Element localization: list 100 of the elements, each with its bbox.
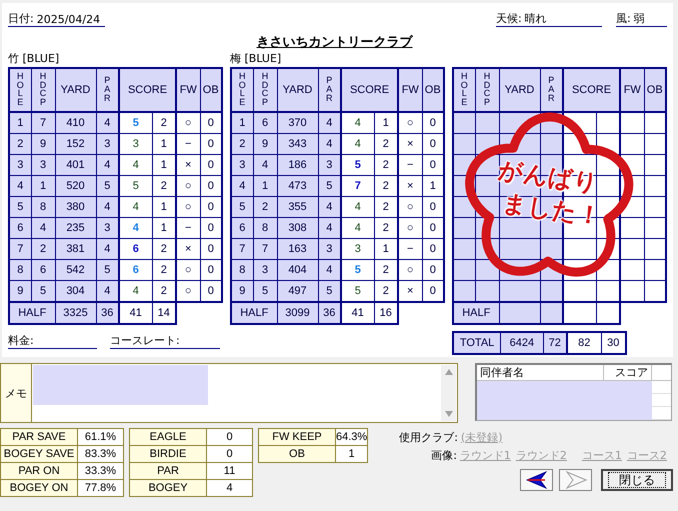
half-label: HALF [9, 302, 55, 324]
table-cell: 5 [9, 196, 31, 218]
table-cell: − [176, 134, 200, 154]
table-cell: 2 [374, 218, 398, 238]
score-cell: 4 [341, 218, 374, 238]
table-cell: ○ [398, 196, 422, 218]
table-cell: ○ [176, 196, 200, 218]
stat-label: BIRDIE [130, 446, 206, 462]
column-header: SCORE [341, 68, 398, 112]
table-cell: × [176, 238, 200, 260]
table-cell: 8 [31, 196, 55, 218]
table-cell: 3 [9, 154, 31, 176]
table-cell: 0 [200, 280, 222, 302]
score-cell: 5 [119, 176, 152, 196]
table-cell: − [398, 238, 422, 260]
table-cell: × [398, 280, 422, 302]
companion-list[interactable]: 同伴者名 スコア [475, 363, 672, 421]
image-link[interactable]: コース1 [582, 448, 622, 462]
table-cell: 2 [253, 196, 277, 218]
table-cell: 4 [318, 196, 341, 218]
back-button[interactable] [520, 469, 553, 491]
table-cell: 82 [566, 332, 602, 354]
table-cell: 2 [374, 280, 398, 302]
image-link[interactable]: コース2 [626, 448, 667, 462]
scrollbar[interactable] [441, 365, 456, 421]
stat-label: PAR SAVE [0, 428, 78, 446]
column-header: OB [644, 68, 666, 112]
column-header: FW [176, 68, 200, 112]
table-cell: 8 [9, 260, 31, 280]
table-cell: ○ [176, 280, 200, 302]
close-button[interactable]: 閉じる [601, 469, 673, 491]
table-cell: 343 [277, 134, 318, 154]
table-cell: 542 [55, 260, 96, 280]
table-cell: 0 [422, 238, 444, 260]
table-cell: 497 [277, 280, 318, 302]
score-cell: 3 [119, 134, 152, 154]
table-cell: × [398, 134, 422, 154]
course-name: 竹 [BLUE] [8, 52, 60, 65]
table-cell: 1 [152, 134, 176, 154]
date-value: 2025/04/24 [36, 13, 100, 26]
score-cell: 5 [341, 154, 374, 176]
table-cell: 1 [422, 176, 444, 196]
table-cell: 16 [380, 307, 392, 319]
table-cell: 6 [231, 218, 253, 238]
table-cell: 2 [152, 112, 176, 134]
table-cell: 2 [374, 176, 398, 196]
table-cell: 9 [9, 280, 31, 302]
table-cell: × [398, 176, 422, 196]
score-cell: 4 [119, 280, 152, 302]
table-cell: 1 [152, 196, 176, 218]
table-cell: 5 [253, 280, 277, 302]
table-cell: 5 [31, 280, 55, 302]
table-cell: 355 [277, 196, 318, 218]
table-cell: 2 [31, 238, 55, 260]
images-label: 画像: [431, 448, 457, 462]
score-cell: 4 [119, 196, 152, 218]
table-cell: ○ [398, 112, 422, 134]
table-cell: 0 [422, 260, 444, 280]
scroll-down-icon[interactable] [444, 411, 452, 417]
clubs-link[interactable]: (未登録) [460, 430, 503, 444]
image-link[interactable]: ラウンド1 [460, 448, 511, 462]
stat-value: 33.3% [78, 462, 124, 480]
table-cell: 3 [31, 154, 55, 176]
table-cell: 72 [543, 332, 567, 354]
table-cell: 1 [253, 176, 277, 196]
table-cell: 3325 [63, 307, 88, 319]
table-cell: 1 [374, 112, 398, 134]
stat-value: 83.3% [78, 446, 124, 462]
weather-label: 天候: [496, 11, 522, 26]
column-header: YARD [55, 68, 96, 112]
image-link[interactable]: ラウンド2 [516, 448, 567, 462]
table-cell: × [176, 154, 200, 176]
column-header: HDCP [253, 68, 277, 112]
score-cell: 6 [119, 260, 152, 280]
table-cell: 4 [318, 112, 341, 134]
score-cell: 5 [341, 260, 374, 280]
table-cell: 6 [31, 260, 55, 280]
table-cell: ○ [398, 218, 422, 238]
table-cell: 9 [231, 280, 253, 302]
table-cell: 30 [601, 332, 626, 354]
stat-value: 11 [206, 462, 252, 480]
table-cell: 235 [55, 218, 96, 238]
table-cell: 5 [96, 260, 119, 280]
table-cell: 152 [55, 134, 96, 154]
table-cell: 5 [318, 280, 341, 302]
score-cell: 5 [119, 112, 152, 134]
column-header: SCORE [119, 68, 176, 112]
memo-label: メモ [5, 386, 27, 400]
table-cell: 3 [96, 218, 119, 238]
table-cell: 2 [152, 260, 176, 280]
table-cell: 2 [231, 134, 253, 154]
scroll-up-icon[interactable] [444, 369, 452, 375]
table-cell: 4 [253, 154, 277, 176]
column-header: HOLE [231, 68, 253, 112]
column-header: OB [200, 68, 222, 112]
total-label: TOTAL [453, 332, 501, 354]
table-cell: 5 [318, 176, 341, 196]
table-cell: 2 [152, 280, 176, 302]
table-cell: 2 [374, 196, 398, 218]
date-label: 日付: [8, 11, 34, 26]
